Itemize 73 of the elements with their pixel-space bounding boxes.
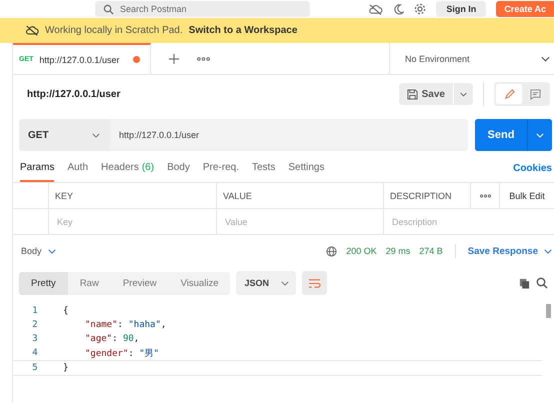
create-account-button[interactable]: Create Ac bbox=[496, 1, 554, 17]
view-tab[interactable]: Preview bbox=[110, 272, 169, 294]
chevron-down-icon[interactable] bbox=[544, 248, 552, 254]
copy-icon[interactable] bbox=[519, 278, 530, 288]
sign-in-button[interactable]: Sign In bbox=[436, 1, 486, 17]
globe-icon[interactable] bbox=[326, 246, 338, 256]
view-tab[interactable]: Visualize bbox=[168, 272, 230, 294]
line-number: 4 bbox=[31, 348, 39, 358]
url-field[interactable]: http://127.0.0.1/user bbox=[110, 119, 468, 151]
code-line: "gender": "男" bbox=[84, 348, 160, 360]
param-tab[interactable]: Tests bbox=[252, 154, 276, 182]
view-tab[interactable]: Pretty bbox=[19, 272, 68, 294]
plus-icon[interactable] bbox=[169, 54, 180, 64]
param-tab[interactable]: Settings bbox=[288, 154, 324, 182]
workspace-link[interactable]: Switch to a Workspace bbox=[188, 25, 298, 36]
pencil-icon bbox=[504, 88, 514, 100]
param-tab[interactable]: Body bbox=[167, 154, 190, 182]
chevron-down-icon bbox=[541, 56, 550, 62]
wrap-lines-button[interactable] bbox=[302, 271, 328, 295]
environment-value: No Environment bbox=[405, 54, 470, 64]
moon-icon[interactable] bbox=[393, 4, 404, 14]
method-value: GET bbox=[28, 130, 49, 140]
search-icon bbox=[103, 4, 114, 14]
line-number: 1 bbox=[31, 306, 39, 316]
scrollbar[interactable] bbox=[546, 304, 551, 318]
cloud-off-icon[interactable] bbox=[368, 4, 384, 14]
response-size: 274 B bbox=[419, 246, 443, 256]
banner-text: Working locally in Scratch Pad. bbox=[45, 25, 183, 36]
line-number: 5 bbox=[31, 363, 39, 373]
tab-url: http://127.0.0.1/user bbox=[39, 54, 120, 64]
column-header: VALUE bbox=[217, 183, 384, 208]
line-number: 2 bbox=[31, 320, 39, 330]
code-line: "age": 90, bbox=[84, 334, 140, 344]
line-number: 3 bbox=[31, 334, 39, 344]
search-placeholder: Search Postman bbox=[120, 4, 187, 14]
chevron-down-icon[interactable] bbox=[48, 248, 56, 254]
method-dropdown[interactable]: GET bbox=[19, 119, 110, 151]
param-tab[interactable]: Headers (6) bbox=[101, 154, 154, 182]
more-icon[interactable] bbox=[480, 194, 490, 198]
param-tab[interactable]: Params bbox=[20, 154, 54, 182]
param-tab[interactable]: Auth bbox=[67, 154, 88, 182]
code-line: { bbox=[62, 306, 68, 316]
chevron-down-icon bbox=[460, 92, 467, 96]
cookies-link[interactable]: Cookies bbox=[513, 154, 552, 182]
save-response-link[interactable]: Save Response bbox=[468, 246, 538, 256]
request-title: http://127.0.0.1/user bbox=[27, 88, 120, 100]
cloud-off-icon bbox=[25, 25, 39, 36]
search-field[interactable]: Search Postman bbox=[95, 1, 310, 17]
column-header: KEY bbox=[49, 183, 217, 208]
format-value: JSON bbox=[244, 278, 269, 288]
settings-icon[interactable] bbox=[414, 3, 426, 15]
code-line: "name": "haha", bbox=[84, 320, 166, 330]
code-line: } bbox=[62, 363, 68, 373]
view-tab[interactable]: Raw bbox=[68, 272, 111, 294]
wrap-lines-icon bbox=[308, 278, 322, 288]
search-icon[interactable] bbox=[536, 277, 548, 289]
param-input[interactable]: Description bbox=[390, 216, 548, 228]
column-header: DESCRIPTION bbox=[384, 183, 471, 208]
response-section-label[interactable]: Body bbox=[21, 246, 42, 256]
chevron-down-icon bbox=[536, 132, 544, 138]
format-dropdown[interactable]: JSON bbox=[236, 271, 296, 295]
more-icon[interactable] bbox=[197, 56, 210, 60]
response-time: 29 ms bbox=[386, 246, 410, 256]
param-input[interactable]: Value bbox=[223, 216, 377, 228]
environment-dropdown[interactable]: No Environment bbox=[389, 43, 554, 74]
param-input[interactable]: Key bbox=[55, 216, 210, 228]
chevron-down-icon bbox=[92, 132, 100, 138]
edit-mode-button[interactable] bbox=[496, 84, 522, 104]
param-tab[interactable]: Pre-req. bbox=[202, 154, 239, 182]
chevron-down-icon bbox=[281, 280, 290, 286]
status-code: 200 OK bbox=[346, 246, 377, 256]
comment-icon bbox=[530, 88, 540, 100]
save-button[interactable]: Save bbox=[398, 83, 453, 105]
